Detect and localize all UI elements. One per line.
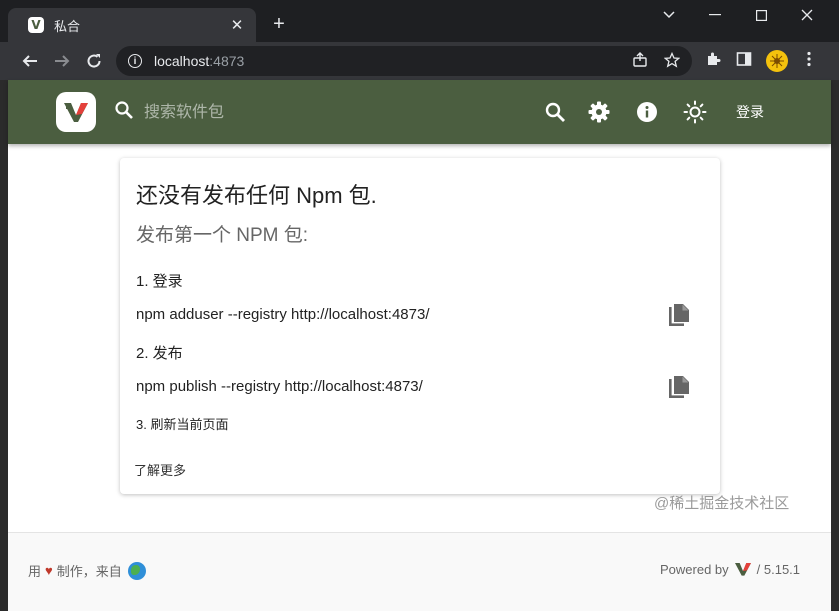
gear-icon[interactable] — [587, 100, 611, 124]
browser-tab-strip: V 私合 ✕ + — [0, 0, 839, 42]
browser-toolbar: i localhost:4873 — [0, 42, 839, 80]
made-prefix: 用 — [28, 564, 42, 579]
made-suffix: 制作，来自 — [56, 564, 122, 579]
learn-more-link[interactable]: 了解更多 — [134, 460, 186, 479]
powered-by-label: Powered by — [660, 561, 729, 577]
window-close-icon[interactable] — [784, 0, 830, 30]
extensions-icon[interactable] — [703, 51, 723, 71]
search-input[interactable]: 搜索软件包 — [144, 98, 224, 122]
theme-toggle-sun-icon[interactable] — [683, 100, 707, 124]
reload-icon[interactable] — [83, 50, 105, 72]
copy-adduser-icon[interactable] — [668, 303, 692, 327]
browser-tab[interactable]: V 私合 ✕ — [8, 8, 256, 42]
url-host: localhost — [154, 53, 210, 69]
version-label: / 5.15.1 — [756, 561, 801, 577]
package-search[interactable]: 搜索软件包 — [114, 98, 224, 122]
maximize-icon[interactable] — [738, 0, 784, 30]
watermark: @稀土掘金技术社区 — [654, 495, 790, 512]
side-panel-icon[interactable] — [734, 51, 754, 71]
verdaccio-logo[interactable] — [56, 92, 96, 132]
minimize-icon[interactable] — [692, 0, 738, 30]
publish-command: npm publish --registry http://localhost:… — [136, 378, 423, 395]
bookmark-star-icon[interactable] — [663, 51, 681, 72]
tab-close-icon[interactable]: ✕ — [228, 16, 246, 34]
back-icon[interactable] — [19, 50, 41, 72]
page-footer: 用 ♥ 制作，来自 Powered by / 5.15.1 — [8, 532, 831, 611]
card-subtitle: 发布第一个 NPM 包: — [136, 225, 309, 246]
tab-title: 私合 — [54, 18, 81, 34]
web-page: 搜索软件包 登录 还没有发布任何 Npm 包. 发布第一个 NPM 包: 1. … — [8, 80, 831, 611]
forward-icon[interactable] — [51, 50, 73, 72]
background-window-left — [0, 80, 8, 611]
search-icon[interactable] — [543, 100, 567, 124]
background-window-right — [831, 80, 839, 611]
share-icon[interactable] — [632, 52, 648, 72]
card-title: 还没有发布任何 Npm 包. — [136, 183, 377, 208]
search-icon — [115, 101, 133, 119]
profile-avatar[interactable] — [766, 50, 788, 72]
step-2-label: 2. 发布 — [136, 345, 183, 362]
verdaccio-logo-icon[interactable] — [733, 561, 753, 577]
help-card: 还没有发布任何 Npm 包. 发布第一个 NPM 包: 1. 登录 npm ad… — [120, 158, 720, 494]
heart-icon: ♥ — [45, 563, 53, 578]
globe-icon[interactable] — [127, 561, 146, 580]
verdaccio-favicon-icon: V — [28, 17, 44, 33]
step-3-label: 3. 刷新当前页面 — [136, 417, 229, 432]
info-icon[interactable] — [635, 100, 659, 124]
step-1-label: 1. 登录 — [136, 273, 183, 290]
url-port: :4873 — [209, 53, 245, 69]
browser-menu-icon[interactable] — [799, 51, 819, 71]
login-button[interactable]: 登录 — [736, 102, 764, 122]
adduser-command: npm adduser --registry http://localhost:… — [136, 306, 430, 323]
site-info-icon[interactable]: i — [128, 54, 142, 68]
tab-search-chevron-icon[interactable] — [646, 0, 692, 30]
app-header: 搜索软件包 登录 — [8, 80, 831, 144]
made-with-love: 用 ♥ 制作，来自 — [28, 561, 146, 580]
verdaccio-logo-icon — [64, 103, 88, 122]
address-bar[interactable]: i localhost:4873 — [116, 46, 692, 76]
powered-by: Powered by / 5.15.1 — [660, 561, 800, 577]
copy-publish-icon[interactable] — [668, 375, 692, 399]
new-tab-icon[interactable]: + — [268, 13, 290, 36]
